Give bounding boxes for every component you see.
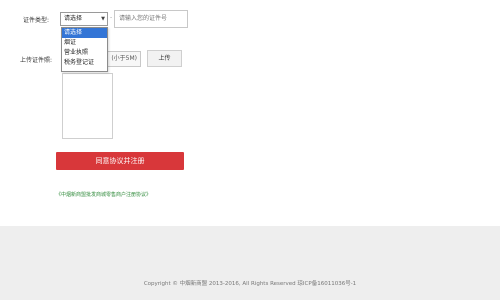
id-type-dropdown-list: 请选择 烟证 营业执照 税务登记证 (61, 27, 108, 72)
upload-photo-label: 上传证件照: (20, 57, 53, 64)
footer (0, 226, 500, 300)
separator-dash: - (110, 14, 113, 21)
id-type-label: 证件类型: (23, 17, 50, 24)
dropdown-option-tax-registration[interactable]: 税务登记证 (62, 58, 107, 68)
id-number-input[interactable] (114, 10, 188, 28)
chevron-down-icon: ▼ (101, 16, 105, 22)
upload-button[interactable]: 上传 (147, 50, 182, 67)
agree-and-register-button[interactable]: 同意协议并注册 (56, 152, 184, 170)
id-type-selected-value: 请选择 (64, 15, 83, 22)
footer-copyright: Copyright © 中烟新商盟 2013-2016, All Rights … (143, 281, 357, 287)
dropdown-option-please-select[interactable]: 请选择 (62, 28, 107, 38)
dropdown-option-business-license[interactable]: 营业执照 (62, 48, 107, 58)
registration-agreement-link[interactable]: 《中烟新商盟批发商城零售商户注册协议》 (56, 191, 151, 198)
photo-preview-box (62, 73, 113, 139)
dropdown-option-tobacco-license[interactable]: 烟证 (62, 38, 107, 48)
id-type-select[interactable]: 请选择 ▼ (60, 12, 108, 26)
